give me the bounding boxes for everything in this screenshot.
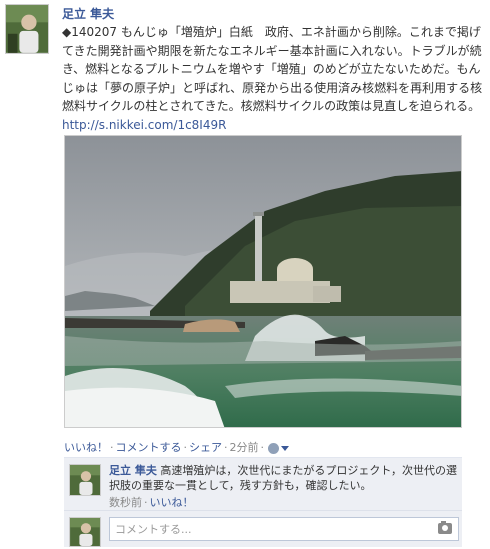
separator: ·	[224, 441, 228, 454]
comment-author-name[interactable]: 足立 隼夫	[109, 464, 157, 477]
comment-author-avatar[interactable]	[69, 464, 101, 496]
post-text: ◆140207 もんじゅ「増殖炉」白紙 政府、エネ計画から削除。これまで掲げてき…	[62, 23, 486, 134]
avatar-photo	[70, 465, 100, 495]
comment-link[interactable]: コメントする	[116, 441, 182, 454]
avatar-photo	[70, 518, 100, 546]
comment-input[interactable]	[110, 518, 430, 540]
post-author-name[interactable]: 足立 隼夫	[62, 5, 114, 22]
comment-timestamp[interactable]: 数秒前	[109, 496, 142, 509]
photo-image	[65, 136, 461, 427]
separator: ·	[144, 496, 148, 509]
avatar-photo	[6, 5, 48, 53]
separator: ·	[183, 441, 188, 454]
post-timestamp[interactable]: 2分前	[230, 441, 259, 454]
post-body: ◆140207 もんじゅ「増殖炉」白紙 政府、エネ計画から削除。これまで掲げてき…	[62, 25, 483, 113]
comment-composer[interactable]	[109, 517, 459, 541]
post-action-bar: いいね！ · コメントする · シェア · 2分前 ·	[64, 439, 289, 455]
divider	[64, 510, 462, 511]
comment-text: 高速増殖炉は，次世代にまたがるプロジェクト，次世代の選択肢の重要な一貫として，残…	[109, 464, 458, 492]
comment-body: 足立 隼夫 高速増殖炉は，次世代にまたがるプロジェクト，次世代の選択肢の重要な一…	[109, 463, 459, 493]
post-link[interactable]: http://s.nikkei.com/1c8I49R	[62, 118, 226, 132]
composer-avatar	[69, 517, 101, 547]
share-link[interactable]: シェア	[189, 441, 222, 454]
post-author-avatar[interactable]	[5, 4, 49, 54]
comments-section: 足立 隼夫 高速増殖炉は，次世代にまたがるプロジェクト，次世代の選択肢の重要な一…	[64, 457, 462, 547]
separator: ·	[110, 441, 114, 454]
comment-like-link[interactable]: いいね！	[150, 496, 194, 509]
camera-icon[interactable]	[438, 521, 452, 534]
comment-meta: 数秒前 · いいね！	[109, 494, 194, 510]
comment-item: 足立 隼夫 高速増殖炉は，次世代にまたがるプロジェクト，次世代の選択肢の重要な一…	[64, 457, 462, 510]
post-photo[interactable]	[64, 135, 462, 428]
chevron-down-icon[interactable]	[281, 445, 289, 451]
globe-icon[interactable]	[268, 442, 279, 454]
like-link[interactable]: いいね！	[64, 441, 108, 454]
separator: ·	[260, 441, 265, 454]
